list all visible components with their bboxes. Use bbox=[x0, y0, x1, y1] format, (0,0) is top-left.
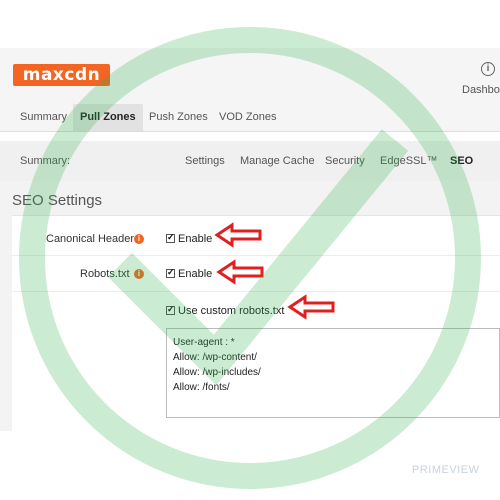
red-arrow-annotation bbox=[216, 259, 264, 285]
red-arrow-annotation bbox=[287, 294, 335, 320]
tab-summary[interactable]: Summary bbox=[13, 104, 74, 131]
row-divider bbox=[12, 291, 500, 292]
info-icon[interactable]: i bbox=[134, 269, 144, 279]
robots-txt-label: Robots.txt bbox=[80, 268, 130, 280]
section-title: SEO Settings bbox=[12, 192, 103, 209]
tab-vod-zones[interactable]: VOD Zones bbox=[212, 104, 283, 131]
canonical-enable-label[interactable]: Enable bbox=[178, 233, 212, 245]
subnav-manage-cache[interactable]: Manage Cache bbox=[240, 155, 315, 167]
robots-enable-label[interactable]: Enable bbox=[178, 268, 212, 280]
dashboard-link[interactable]: Dashbo bbox=[462, 84, 500, 96]
canonical-header-label: Canonical Header bbox=[46, 233, 135, 245]
robots-txt-textarea[interactable]: User-agent : * Allow: /wp-content/ Allow… bbox=[166, 328, 500, 418]
row-divider bbox=[12, 255, 500, 256]
robots-line: Allow: /wp-includes/ bbox=[173, 367, 261, 378]
subnav-settings[interactable]: Settings bbox=[185, 155, 225, 167]
custom-robots-checkbox[interactable] bbox=[166, 304, 175, 315]
subnav-security[interactable]: Security bbox=[325, 155, 365, 167]
subnav-edgessl[interactable]: EdgeSSL™ bbox=[380, 155, 437, 167]
subnav-seo[interactable]: SEO bbox=[450, 155, 473, 167]
info-circle-icon[interactable]: i bbox=[481, 62, 495, 76]
maxcdn-logo[interactable]: maxcdn bbox=[13, 64, 110, 86]
info-icon[interactable]: i bbox=[134, 234, 144, 244]
canonical-enable-checkbox[interactable] bbox=[166, 232, 175, 243]
custom-robots-label[interactable]: Use custom robots.txt bbox=[178, 305, 284, 317]
robots-line: User-agent : * bbox=[173, 337, 235, 348]
tab-push-zones[interactable]: Push Zones bbox=[142, 104, 215, 131]
subnav-summary[interactable]: Summary: bbox=[20, 155, 70, 167]
brand-watermark: PRIMEVIEW bbox=[412, 464, 480, 476]
robots-line: Allow: /wp-content/ bbox=[173, 352, 257, 363]
tab-pull-zones[interactable]: Pull Zones bbox=[73, 104, 143, 131]
robots-enable-checkbox[interactable] bbox=[166, 267, 175, 278]
red-arrow-annotation bbox=[214, 222, 262, 248]
robots-line: Allow: /fonts/ bbox=[173, 382, 230, 393]
